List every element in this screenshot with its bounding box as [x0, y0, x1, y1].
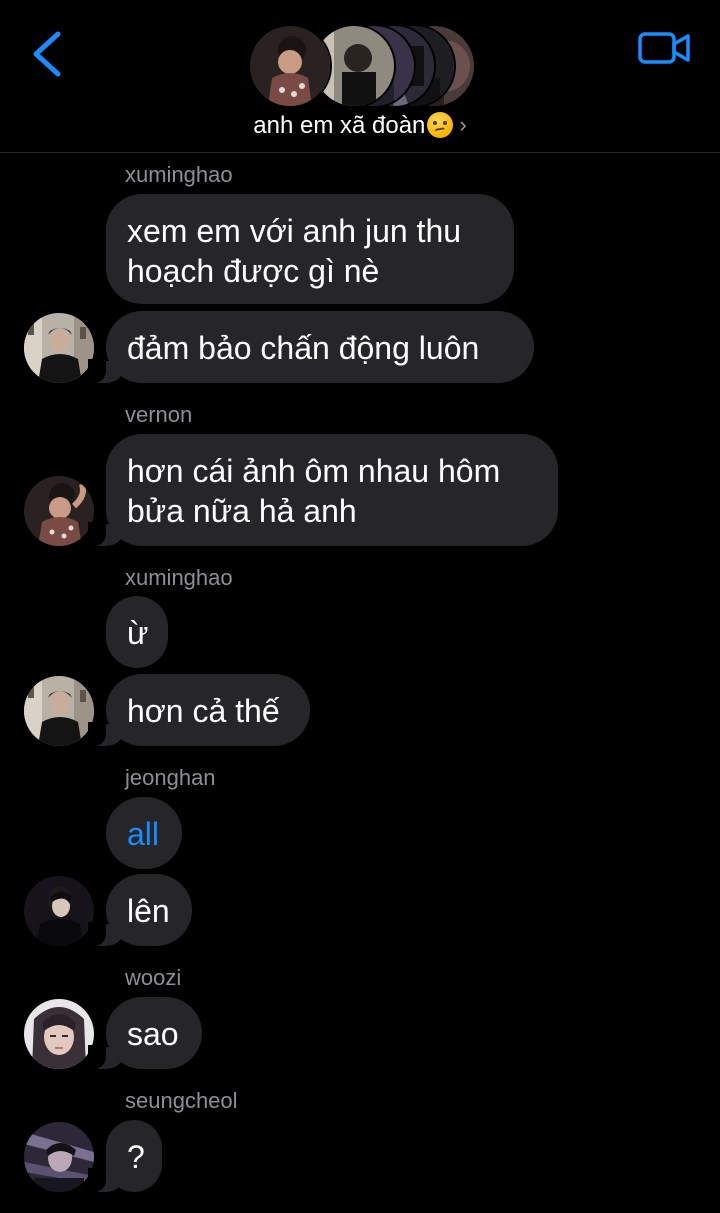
- message-bubble[interactable]: hơn cả thế: [88, 674, 310, 746]
- message-bubble[interactable]: đảm bảo chấn động luôn: [88, 311, 534, 383]
- group-name: anh em xã đoàn: [253, 112, 426, 139]
- group-avatar-stack[interactable]: [248, 24, 476, 108]
- back-button[interactable]: [28, 26, 68, 82]
- message-text: lên: [127, 893, 170, 929]
- message-bubble[interactable]: ừ: [106, 596, 168, 668]
- message-bubble[interactable]: sao: [88, 997, 202, 1069]
- chevron-left-icon: [33, 31, 61, 77]
- sender-name: jeonghan: [125, 765, 216, 790]
- conversation-header: anh em xã đoàn ›: [0, 0, 720, 153]
- message-text: đảm bảo chấn động luôn: [127, 330, 480, 366]
- video-call-button[interactable]: [636, 28, 692, 68]
- sender-name: woozi: [125, 965, 182, 990]
- sender-name: seungcheol: [125, 1088, 238, 1113]
- message-bubble[interactable]: ?: [88, 1120, 162, 1192]
- message-text: hơn cái ảnh ôm nhau hôm bửa nữa hả anh: [127, 453, 501, 529]
- message-bubble[interactable]: hơn cái ảnh ôm nhau hôm bửa nữa hả anh: [88, 434, 558, 546]
- mention-text[interactable]: all: [127, 816, 159, 852]
- message-bubble[interactable]: xem em với anh jun thu hoạch được gì nè: [106, 194, 514, 304]
- message-text: xem em với anh jun thu hoạch được gì nè: [127, 213, 462, 289]
- message-text: sao: [127, 1016, 179, 1052]
- chevron-right-icon: ›: [459, 112, 467, 137]
- sender-avatar[interactable]: [24, 999, 94, 1069]
- video-camera-icon: [638, 32, 690, 64]
- message-bubble[interactable]: lên: [88, 874, 192, 946]
- woozy-face-icon: [427, 112, 454, 138]
- sender-avatar[interactable]: [24, 676, 94, 746]
- sender-name: xuminghao: [125, 565, 233, 590]
- message-text: ?: [127, 1139, 145, 1175]
- sender-avatar[interactable]: [24, 876, 94, 946]
- member-avatar: [248, 24, 332, 108]
- sender-avatar[interactable]: [24, 313, 94, 383]
- group-title[interactable]: anh em xã đoàn ›: [0, 112, 720, 140]
- sender-avatar[interactable]: [24, 476, 94, 546]
- sender-name: vernon: [125, 402, 193, 427]
- message-text: ừ: [127, 615, 149, 651]
- sender-name: xuminghao: [125, 162, 233, 187]
- sender-avatar[interactable]: [24, 1122, 94, 1192]
- message-text: hơn cả thế: [127, 693, 280, 729]
- message-bubble[interactable]: all: [106, 797, 182, 869]
